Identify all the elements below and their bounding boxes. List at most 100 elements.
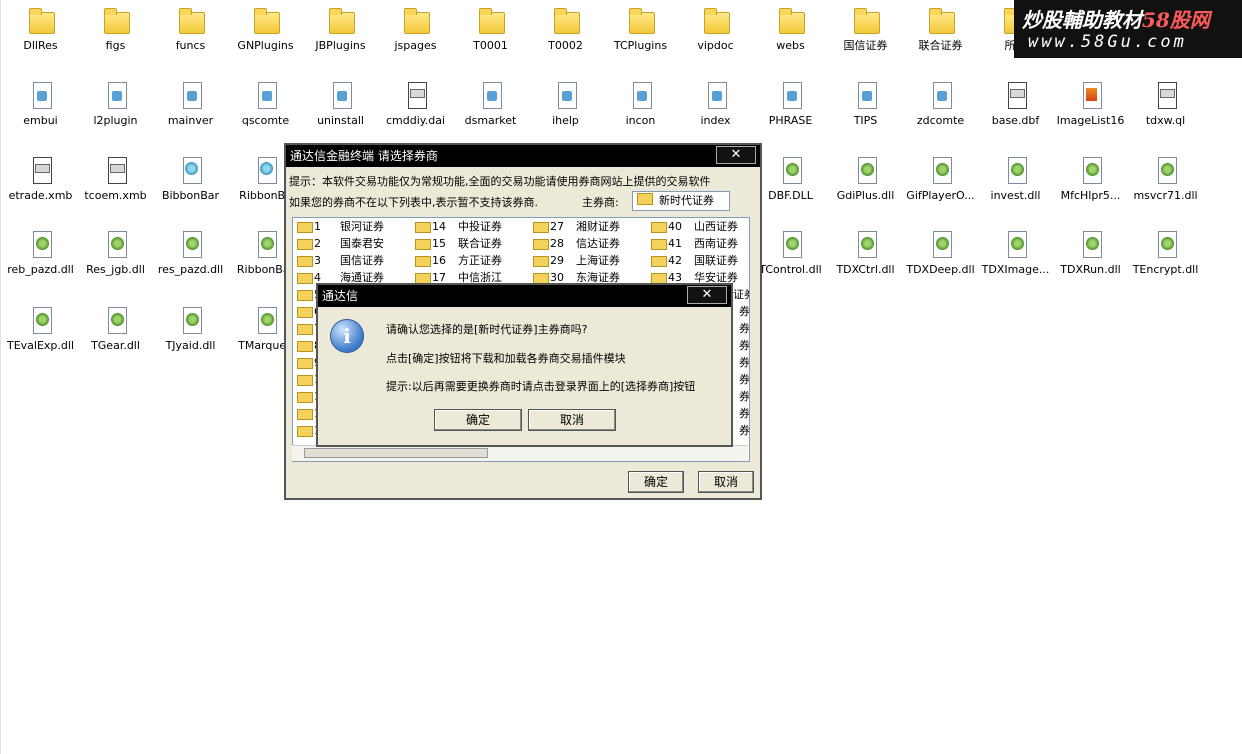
desktop-file[interactable]: vipdoc bbox=[678, 6, 753, 52]
file-name: reb_pazd.dll bbox=[7, 263, 74, 276]
desktop-file[interactable]: TJyaid.dll bbox=[153, 306, 228, 352]
broker-window-titlebar: 通达信金融终端 请选择券商 ✕ bbox=[286, 145, 760, 167]
desktop-file[interactable]: res_pazd.dll bbox=[153, 230, 228, 276]
desktop-file[interactable]: etrade.xmb bbox=[3, 156, 78, 202]
file-name: TDXCtrl.dll bbox=[836, 263, 895, 276]
broker-item[interactable]: 15 联合证券 bbox=[415, 236, 502, 252]
desktop-file[interactable]: invest.dll bbox=[978, 156, 1053, 202]
file-doc-icon bbox=[477, 81, 505, 109]
desktop-file[interactable]: TDXDeep.dll bbox=[903, 230, 978, 276]
desktop-file[interactable]: TDXRun.dll bbox=[1053, 230, 1128, 276]
desktop-file[interactable]: JBPlugins bbox=[303, 6, 378, 52]
desktop-file[interactable]: jspages bbox=[378, 6, 453, 52]
desktop-file[interactable]: TDXCtrl.dll bbox=[828, 230, 903, 276]
desktop-file[interactable]: incon bbox=[603, 81, 678, 127]
desktop-file[interactable]: 国信证券 bbox=[828, 6, 903, 52]
desktop-file[interactable]: TControl.dll bbox=[753, 230, 828, 276]
main-broker-field[interactable]: 新时代证券 bbox=[632, 191, 730, 211]
desktop-file[interactable]: GNPlugins bbox=[228, 6, 303, 52]
broker-name: 证券 bbox=[733, 288, 749, 301]
desktop-file[interactable]: PHRASE bbox=[753, 81, 828, 127]
desktop-file[interactable]: base.dbf bbox=[978, 81, 1053, 127]
broker-item[interactable]: 29 上海证券 bbox=[533, 253, 620, 269]
folder-icon bbox=[651, 254, 667, 267]
desktop-file[interactable]: GifPlayerO... bbox=[903, 156, 978, 202]
file-img-icon bbox=[1077, 81, 1105, 109]
desktop-file[interactable]: DllRes bbox=[3, 6, 78, 52]
broker-item[interactable]: 42 国联证券 bbox=[651, 253, 738, 269]
file-name: qscomte bbox=[241, 114, 290, 127]
desktop-file[interactable]: TEncrypt.dll bbox=[1128, 230, 1203, 276]
broker-item[interactable]: 16 方正证券 bbox=[415, 253, 502, 269]
main-broker-label: 主券商: bbox=[582, 196, 619, 209]
desktop-file[interactable]: zdcomte bbox=[903, 81, 978, 127]
folder-icon bbox=[297, 356, 313, 369]
file-dll-icon bbox=[252, 230, 280, 258]
desktop-file[interactable]: GdiPlus.dll bbox=[828, 156, 903, 202]
folder-icon bbox=[297, 220, 313, 233]
desktop-file[interactable]: ihelp bbox=[528, 81, 603, 127]
desktop-file[interactable]: uninstall bbox=[303, 81, 378, 127]
file-dll-icon bbox=[1152, 156, 1180, 184]
desktop-file[interactable]: figs bbox=[78, 6, 153, 52]
broker-item[interactable]: 27 湘财证券 bbox=[533, 219, 620, 235]
file-dll-icon bbox=[27, 306, 55, 334]
broker-list-scrollbar[interactable] bbox=[292, 445, 748, 461]
desktop-file[interactable]: funcs bbox=[153, 6, 228, 52]
desktop-file[interactable]: MfcHlpr5... bbox=[1053, 156, 1128, 202]
broker-item[interactable]: 3 国信证券 bbox=[297, 253, 384, 269]
confirm-cancel-button[interactable]: 取消 bbox=[528, 409, 616, 431]
broker-number: 1 bbox=[314, 220, 321, 233]
broker-number: 14 bbox=[432, 220, 446, 233]
broker-cancel-button[interactable]: 取消 bbox=[698, 471, 754, 493]
desktop-file[interactable]: TEvalExp.dll bbox=[3, 306, 78, 352]
desktop-file[interactable]: reb_pazd.dll bbox=[3, 230, 78, 276]
broker-item[interactable]: 41 西南证券 bbox=[651, 236, 738, 252]
desktop-file[interactable]: mainver bbox=[153, 81, 228, 127]
folder-icon bbox=[297, 390, 313, 403]
file-name: TDXDeep.dll bbox=[906, 263, 975, 276]
broker-window-close-button[interactable]: ✕ bbox=[716, 146, 756, 164]
desktop-file[interactable]: index bbox=[678, 81, 753, 127]
broker-number: 28 bbox=[550, 237, 564, 250]
desktop-file[interactable]: TCPlugins bbox=[603, 6, 678, 52]
desktop-file[interactable]: tcoem.xmb bbox=[78, 156, 153, 202]
confirm-message-line2: 点击[确定]按钮将下载和加载各券商交易插件模块 bbox=[386, 352, 626, 365]
file-name: incon bbox=[625, 114, 656, 127]
file-name: etrade.xmb bbox=[8, 189, 73, 202]
broker-item[interactable]: 1 银河证券 bbox=[297, 219, 384, 235]
broker-ok-button[interactable]: 确定 bbox=[628, 471, 684, 493]
file-name: 国信证券 bbox=[843, 39, 888, 52]
desktop-file[interactable]: TDXImage... bbox=[978, 230, 1053, 276]
desktop-file[interactable]: cmddiy.dai bbox=[378, 81, 453, 127]
desktop-file[interactable]: tdxw.ql bbox=[1128, 81, 1203, 127]
broker-name: 山西证券 bbox=[694, 220, 738, 233]
broker-item[interactable]: 40 山西证券 bbox=[651, 219, 738, 235]
file-cfg-icon bbox=[27, 156, 55, 184]
confirm-ok-button[interactable]: 确定 bbox=[434, 409, 522, 431]
desktop-file[interactable]: 联合证券 bbox=[903, 6, 978, 52]
desktop-file[interactable]: l2plugin bbox=[78, 81, 153, 127]
broker-number: 41 bbox=[668, 237, 682, 250]
desktop-file[interactable]: msvcr71.dll bbox=[1128, 156, 1203, 202]
desktop-file[interactable]: TIPS bbox=[828, 81, 903, 127]
desktop-file[interactable]: DBF.DLL bbox=[753, 156, 828, 202]
file-doc-icon bbox=[327, 81, 355, 109]
folder-icon bbox=[252, 6, 280, 34]
broker-item[interactable]: 28 信达证券 bbox=[533, 236, 620, 252]
broker-item[interactable]: 2 国泰君安 bbox=[297, 236, 384, 252]
desktop-file[interactable]: embui bbox=[3, 81, 78, 127]
desktop-file[interactable]: TGear.dll bbox=[78, 306, 153, 352]
desktop-file[interactable]: webs bbox=[753, 6, 828, 52]
desktop-file[interactable]: T0002 bbox=[528, 6, 603, 52]
desktop-file[interactable]: Res_jgb.dll bbox=[78, 230, 153, 276]
desktop-file[interactable]: ImageList16 bbox=[1053, 81, 1128, 127]
desktop-file[interactable]: BibbonBar bbox=[153, 156, 228, 202]
confirm-dialog-close-button[interactable]: ✕ bbox=[687, 286, 727, 304]
desktop-file[interactable]: T0001 bbox=[453, 6, 528, 52]
broker-item[interactable]: 14 中投证券 bbox=[415, 219, 502, 235]
desktop-file[interactable]: qscomte bbox=[228, 81, 303, 127]
folder-icon bbox=[533, 220, 549, 233]
desktop-file[interactable]: dsmarket bbox=[453, 81, 528, 127]
scrollbar-thumb[interactable] bbox=[304, 448, 488, 458]
